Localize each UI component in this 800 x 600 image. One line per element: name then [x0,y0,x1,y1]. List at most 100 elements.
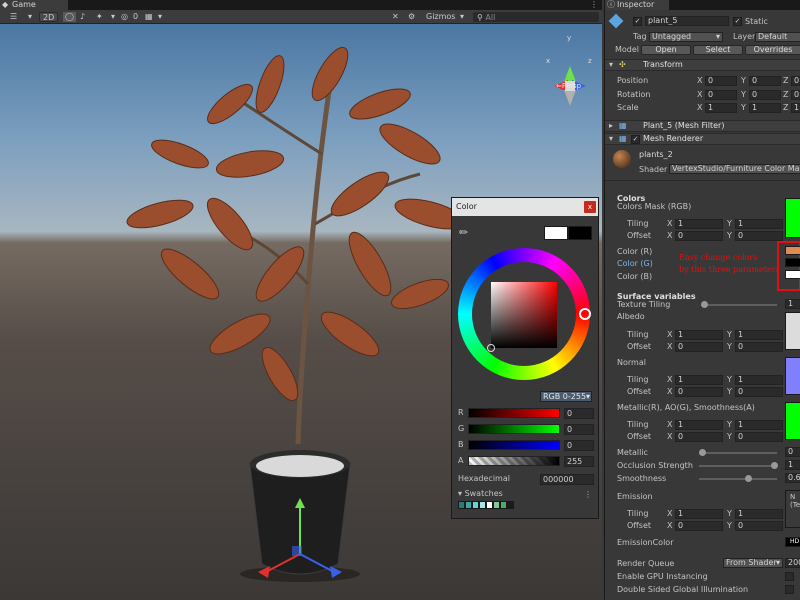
slider-knob[interactable] [699,449,706,456]
offset-x-field[interactable]: 0 [675,432,723,442]
swatch[interactable] [458,501,465,509]
audio-icon[interactable]: ♪ [80,12,85,22]
swatch[interactable] [500,501,507,509]
metallic-slider[interactable] [699,449,777,456]
offset-y-field[interactable]: 0 [735,432,783,442]
emission-texture[interactable]: N (Te [785,490,800,528]
shader-dropdown[interactable]: VertexStudio/Furniture Color Mask M [669,164,800,174]
scale-z-field[interactable]: 1 [791,103,800,113]
scale-z-label[interactable]: Z [783,103,788,113]
texture-tiling-field[interactable]: 1 [785,299,800,309]
close-icon[interactable]: x [584,201,596,213]
offset-x-label[interactable]: X [667,432,672,442]
hidden-objects-icon[interactable]: ◎ [121,12,128,22]
texture-tiling-slider[interactable] [701,301,777,308]
effects-icon[interactable]: ✦ [96,12,103,22]
r-slider[interactable] [468,408,560,418]
occlusion-field[interactable]: 1 [785,460,800,470]
smoothness-field[interactable]: 0.6 [785,473,800,483]
grid-dropdown-icon[interactable]: ▾ [158,12,162,22]
select-button[interactable]: Select [693,45,743,55]
overrides-button[interactable]: Overrides [745,45,800,55]
color-r-swatch[interactable] [785,246,800,255]
tab-inspector[interactable]: ⓘ Inspector [605,0,669,10]
mesh-renderer-header[interactable]: ▾ ▦ ✓ Mesh Renderer [605,133,800,145]
gpu-instancing-checkbox[interactable] [785,572,794,581]
swatches-foldout[interactable]: ▾ Swatches [458,488,503,500]
tiling-x-field[interactable]: 1 [675,219,723,229]
tiling-x-field[interactable]: 1 [675,330,723,340]
slider-knob[interactable] [745,475,752,482]
position-x-field[interactable]: 0 [705,76,737,86]
tiling-x-label[interactable]: X [667,330,672,340]
offset-y-field[interactable]: 0 [735,521,783,531]
offset-x-field[interactable]: 0 [675,521,723,531]
offset-x-field[interactable]: 0 [675,387,723,397]
b-value-field[interactable]: 0 [564,440,594,451]
rotation-y-label[interactable]: Y [741,90,746,100]
swatch[interactable] [472,501,479,509]
rotation-x-field[interactable]: 0 [705,90,737,100]
active-checkbox[interactable]: ✓ [633,17,642,26]
position-z-field[interactable]: 0 [791,76,800,86]
offset-y-label[interactable]: Y [727,521,732,531]
offset-x-field[interactable]: 0 [675,231,723,241]
color-mode-dropdown[interactable]: RGB 0-255▾ [540,391,592,402]
rotation-x-label[interactable]: X [697,90,702,100]
tiling-y-label[interactable]: Y [727,420,732,430]
tiling-y-field[interactable]: 1 [735,509,783,519]
swatch[interactable] [465,501,472,509]
swatch[interactable] [493,501,500,509]
sv-handle[interactable] [487,344,495,352]
open-button[interactable]: Open [641,45,691,55]
persp-label[interactable]: ⇐Persp [556,82,581,90]
lighting-icon[interactable]: ◯ [63,12,76,22]
swatch[interactable] [507,501,514,509]
swatches-menu-icon[interactable]: ⋮ [584,490,592,499]
tab-game[interactable]: ◆ Game [0,0,68,10]
mesh-renderer-enabled-checkbox[interactable]: ✓ [631,135,640,144]
tiling-x-label[interactable]: X [667,420,672,430]
offset-y-field[interactable]: 0 [735,231,783,241]
swatch[interactable] [479,501,486,509]
g-slider[interactable] [468,424,560,434]
color-picker-titlebar[interactable]: Color x [452,198,598,216]
albedo-texture[interactable] [785,312,800,350]
occlusion-slider[interactable] [699,462,778,469]
hierarchy-search-input[interactable]: ⚲ All [473,12,599,22]
tiling-y-field[interactable]: 1 [735,330,783,340]
previous-color-swatch[interactable] [544,226,568,240]
scale-x-label[interactable]: X [697,103,702,113]
normal-texture[interactable] [785,357,800,395]
offset-x-label[interactable]: X [667,387,672,397]
gizmo-center[interactable] [292,546,302,556]
saturation-value-square[interactable] [491,282,557,348]
offset-y-field[interactable]: 0 [735,387,783,397]
offset-y-label[interactable]: Y [727,432,732,442]
menu-icon[interactable]: ☰ [10,12,17,22]
tiling-x-label[interactable]: X [667,375,672,385]
hue-handle[interactable] [579,308,591,320]
a-value-field[interactable]: 255 [564,456,594,467]
rotation-z-label[interactable]: Z [783,90,788,100]
tiling-x-field[interactable]: 1 [675,420,723,430]
tiling-x-label[interactable]: X [667,509,672,519]
rotation-z-field[interactable]: 0 [791,90,800,100]
position-y-field[interactable]: 0 [749,76,781,86]
tiling-x-field[interactable]: 1 [675,509,723,519]
tiling-y-label[interactable]: Y [727,375,732,385]
tiling-y-field[interactable]: 1 [735,375,783,385]
tiling-y-label[interactable]: Y [727,330,732,340]
effects-dropdown-icon[interactable]: ▾ [111,12,115,22]
scale-x-field[interactable]: 1 [705,103,737,113]
offset-x-field[interactable]: 0 [675,342,723,352]
slider-knob[interactable] [701,301,708,308]
metallic-texture[interactable] [785,402,800,440]
offset-y-label[interactable]: Y [727,231,732,241]
scale-y-label[interactable]: Y [741,103,746,113]
grid-icon[interactable]: ▦ [145,12,153,22]
rotation-y-field[interactable]: 0 [749,90,781,100]
emission-color-swatch[interactable]: HD [785,537,800,547]
offset-y-label[interactable]: Y [727,387,732,397]
hex-field[interactable]: 000000 [540,474,594,485]
